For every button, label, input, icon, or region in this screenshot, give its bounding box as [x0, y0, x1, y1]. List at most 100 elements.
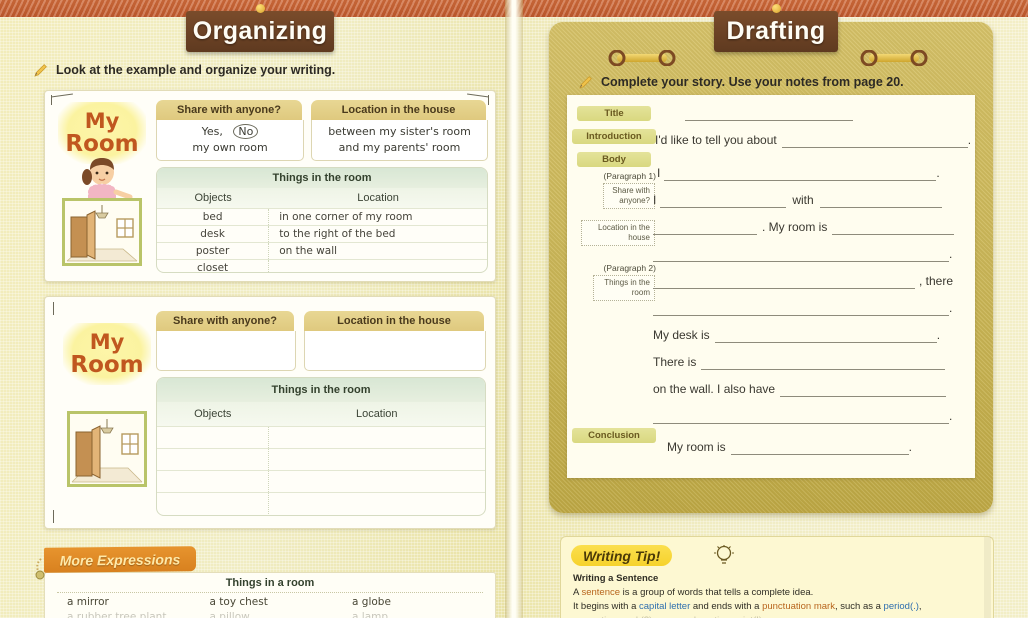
example-share-line1: Yes, No	[202, 124, 259, 140]
banner-title-drafting: Drafting	[726, 17, 826, 45]
blank-rule[interactable]	[664, 167, 937, 181]
blank-rule[interactable]	[653, 410, 949, 424]
p1-line-3[interactable]: . My room is	[653, 220, 955, 235]
label-location-in-house: Location in the house	[581, 220, 655, 246]
blank-rule[interactable]	[660, 194, 787, 208]
blank-organizer-card[interactable]: My Room Share with anyone? Location in t…	[44, 296, 496, 529]
drafting-paper[interactable]: Title Introduction Body (Paragraph 1) Sh…	[567, 95, 975, 478]
label-share-with-anyone: Share with anyone?	[603, 183, 655, 209]
cell-object[interactable]	[157, 493, 269, 514]
page-scrollbar[interactable]	[984, 537, 991, 618]
example-share-line2: my own room	[192, 141, 268, 154]
expression-item: a pillow	[209, 611, 250, 618]
blank-things-table[interactable]: Things in the room Objects Location	[156, 377, 486, 516]
period-mark: .	[949, 247, 953, 261]
p1-line-2[interactable]: I with	[653, 193, 942, 208]
cell-object[interactable]	[157, 471, 269, 492]
label-introduction: Introduction	[572, 129, 656, 144]
tag-ring-icon	[35, 558, 45, 580]
instruction-organizing: Look at the example and organize your wr…	[33, 62, 335, 78]
cell-location	[269, 260, 487, 272]
my-room-line2-blank: Room	[70, 351, 144, 378]
circled-no: No	[233, 124, 259, 140]
blank-share-header: Share with anyone?	[156, 311, 294, 331]
pencil-icon-drafting	[578, 74, 594, 90]
title-line[interactable]	[685, 107, 853, 121]
table-row: desk to the right of the bed	[157, 225, 487, 242]
blank-location-header-text: Location in the house	[337, 315, 451, 327]
expression-item: a rubber tree plant	[67, 611, 167, 618]
blank-rule[interactable]	[685, 107, 853, 121]
clipboard-ring-right-icon	[860, 50, 928, 66]
more-expressions-tab: More Expressions	[44, 546, 196, 573]
intro-line[interactable]: I'd like to tell you about .	[655, 133, 971, 148]
expression-item: a toy chest	[209, 596, 268, 608]
blank-rule[interactable]	[714, 329, 937, 343]
p2-desk-lead: My desk is	[653, 328, 710, 342]
blank-rule[interactable]	[653, 248, 949, 262]
blank-rule[interactable]	[781, 134, 968, 148]
p1-l2-mid: with	[792, 193, 814, 207]
blank-rule[interactable]	[730, 441, 909, 455]
keyword-period: period(.)	[883, 601, 919, 612]
blank-rule[interactable]	[832, 221, 955, 235]
cell-object[interactable]	[157, 449, 269, 470]
example-location-line1: between my sister's room	[328, 125, 471, 139]
cell-object[interactable]	[157, 427, 269, 448]
my-room-line1: My	[84, 108, 120, 133]
banner-title-organizing: Organizing	[192, 17, 328, 45]
example-share-header-text: Share with anyone?	[177, 104, 281, 116]
cell-location: to the right of the bed	[279, 228, 396, 240]
p2-line-desk[interactable]: My desk is .	[653, 328, 940, 343]
p1-line-5[interactable]: , there	[653, 274, 953, 289]
p1-l3-mid: . My room is	[762, 220, 828, 234]
writing-tip-line-1: A sentence is a group of words that tell…	[573, 587, 814, 598]
p1-l1-lead: I	[657, 166, 661, 180]
example-share-value: Yes, No my own room	[156, 120, 304, 161]
blank-rule[interactable]	[653, 302, 949, 316]
table-row[interactable]	[157, 448, 485, 470]
table-row: closet	[157, 259, 487, 272]
blank-rule[interactable]	[819, 194, 942, 208]
example-my-room-art: My Room	[54, 100, 150, 268]
blank-rule[interactable]	[701, 356, 946, 370]
p2-line-last[interactable]: .	[653, 409, 952, 424]
p2-line-0[interactable]: .	[653, 301, 952, 316]
table-row[interactable]	[157, 492, 485, 514]
my-room-tag-blank: My Room	[63, 323, 151, 385]
keyword-sentence: sentence	[581, 587, 621, 598]
p1-line-1[interactable]: I .	[657, 166, 940, 181]
blank-rule[interactable]	[653, 275, 915, 289]
period-mark: .	[936, 328, 941, 342]
cell-location[interactable]	[269, 471, 485, 492]
blank-share-input[interactable]	[156, 331, 296, 371]
p2-line-there[interactable]: There is	[653, 355, 946, 370]
more-expressions-label: More Expressions	[59, 550, 181, 569]
example-location-header-text: Location in the house	[341, 104, 456, 116]
p1-line-4[interactable]: .	[653, 247, 952, 262]
p1-l2-lead: I	[653, 193, 657, 207]
blank-rule[interactable]	[780, 383, 947, 397]
example-col-objects: Objects	[194, 192, 232, 204]
example-things-title: Things in the room	[157, 168, 487, 188]
example-table-head: Objects Location	[157, 188, 487, 208]
example-location-header: Location in the house	[311, 100, 486, 120]
book-gutter	[505, 0, 523, 618]
blank-rule[interactable]	[653, 221, 757, 235]
p2-line-wall[interactable]: on the wall. I also have	[653, 382, 947, 397]
cell-location[interactable]	[269, 449, 485, 470]
blank-my-room-art: My Room	[59, 317, 155, 495]
p2-there-lead: There is	[653, 355, 697, 369]
clipboard-ring-left-icon	[608, 50, 676, 66]
table-row[interactable]	[157, 426, 485, 448]
blank-location-input[interactable]	[304, 331, 486, 371]
conclusion-line[interactable]: My room is .	[667, 440, 912, 455]
writing-tip-heading: Writing a Sentence	[573, 573, 659, 584]
cell-location[interactable]	[269, 427, 485, 448]
blank-col-location: Location	[355, 408, 398, 420]
label-conclusion: Conclusion	[572, 428, 656, 443]
cell-location[interactable]	[269, 493, 485, 514]
corner-mark-bl-blank	[53, 510, 77, 523]
table-row[interactable]	[157, 470, 485, 492]
cell-object: poster	[157, 243, 270, 259]
